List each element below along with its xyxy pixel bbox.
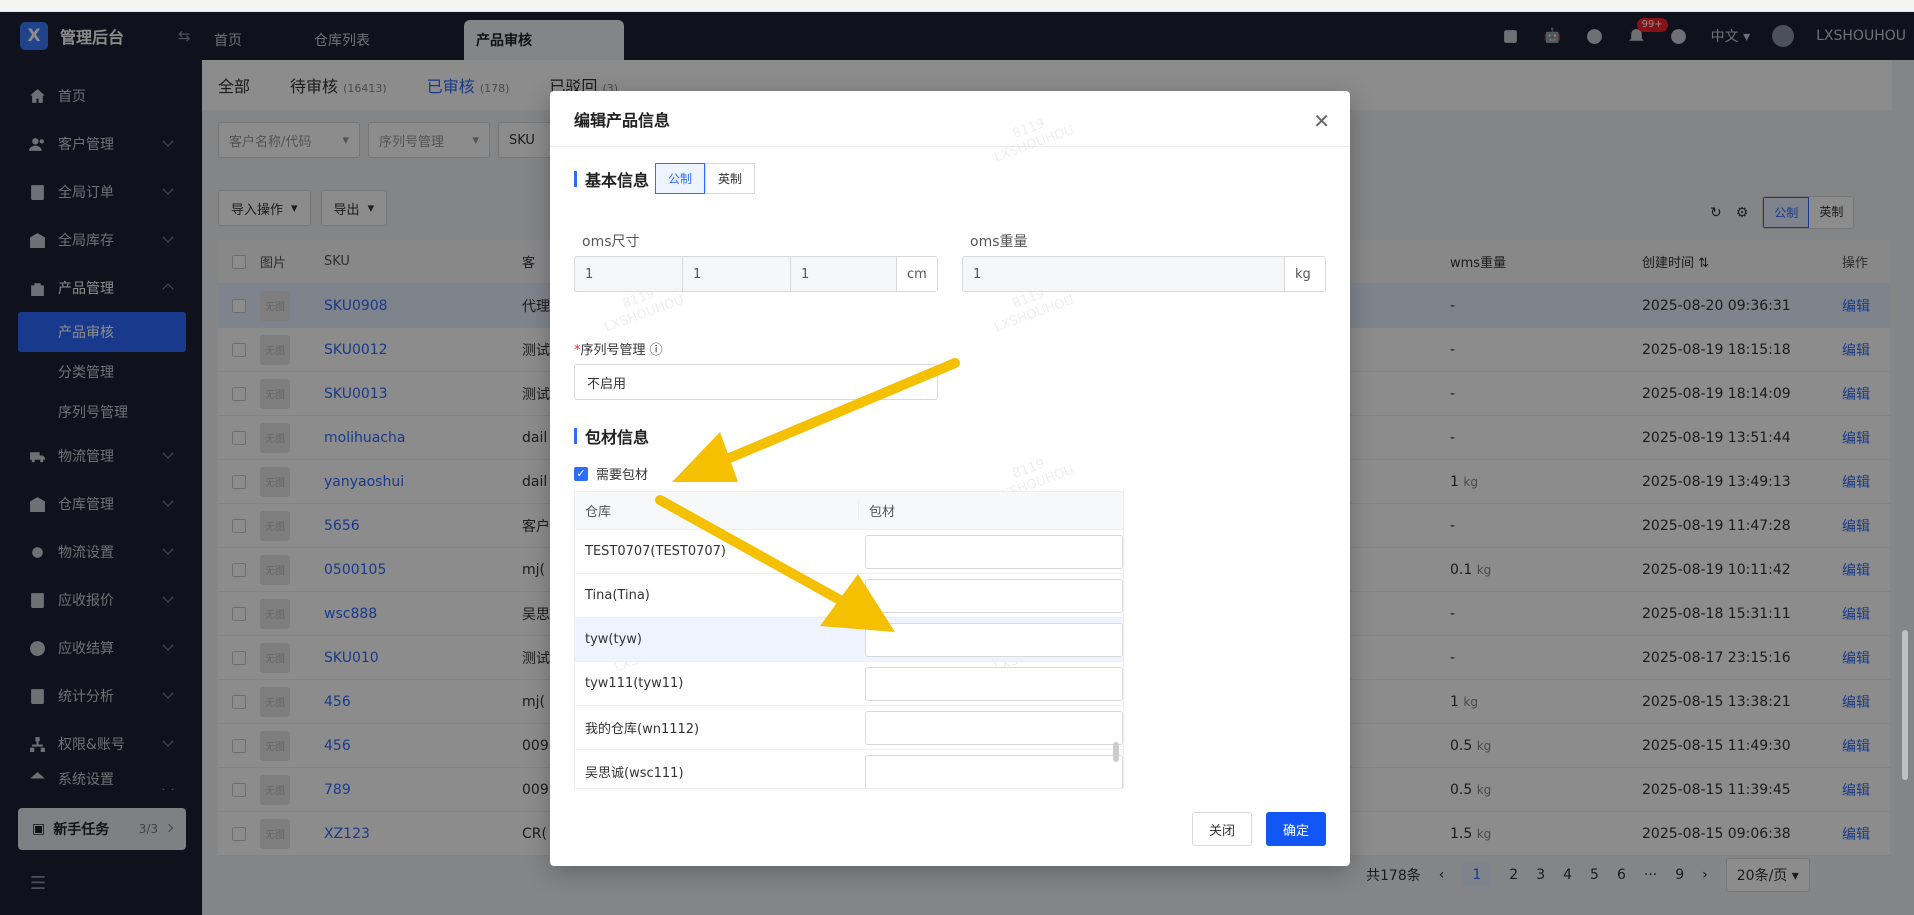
serial-select-value: 不启用 xyxy=(587,376,627,392)
pack-row-material-cell xyxy=(855,534,1123,569)
oms-size-label: oms尺寸 xyxy=(582,234,640,250)
pack-col-material: 包材 xyxy=(869,505,896,520)
pack-table-body: TEST0707(TEST0707) Tina(Tina) tyw(tyw) tyw1… xyxy=(575,530,1123,788)
oms-weight-field: 1 kg xyxy=(962,256,1326,292)
pack-table-header: 仓库 包材 xyxy=(575,492,1123,530)
pack-row-warehouse: tyw(tyw) xyxy=(585,632,642,647)
size-unit: cm xyxy=(897,257,937,291)
modal-footer: 关闭 确定 xyxy=(1191,812,1326,846)
pack-row: tyw111(tyw11) xyxy=(575,662,1123,706)
pack-row: Tina(Tina) xyxy=(575,574,1123,618)
serial-label-text: 序列号管理 xyxy=(580,343,646,358)
pack-material-input[interactable] xyxy=(865,578,1123,613)
pack-row-material-cell xyxy=(855,578,1123,613)
modal-unit-imperial[interactable]: 英制 xyxy=(705,163,756,194)
weight-input[interactable]: 1 xyxy=(963,257,1285,291)
close-button[interactable]: 关闭 xyxy=(1191,812,1252,846)
browser-strip xyxy=(0,0,1914,12)
pack-row-material-cell xyxy=(855,666,1123,701)
confirm-button[interactable]: 确定 xyxy=(1265,812,1326,846)
pack-row-warehouse: Tina(Tina) xyxy=(585,588,650,603)
modal-unit-metric[interactable]: 公制 xyxy=(655,163,706,194)
pack-row-warehouse: tyw111(tyw11) xyxy=(585,676,684,691)
pack-row-warehouse: 我的仓库(wn1112) xyxy=(585,722,700,737)
oms-weight-label: oms重量 xyxy=(970,234,1028,250)
modal-unit-toggle: 公制 英制 xyxy=(655,163,756,194)
pack-row: tyw(tyw) xyxy=(575,618,1123,662)
page-scrollbar[interactable] xyxy=(1900,60,1910,910)
pack-row: 吴思诚(wsc111) xyxy=(575,750,1123,788)
close-icon[interactable]: ✕ xyxy=(1313,109,1330,133)
serial-label: *序列号管理 ⓘ xyxy=(574,339,663,358)
pack-row-material-cell xyxy=(855,710,1123,745)
help-icon[interactable]: ⓘ xyxy=(650,343,663,358)
modal-title: 编辑产品信息 xyxy=(550,91,1350,147)
pack-material-input[interactable] xyxy=(865,622,1123,657)
pack-row: 我的仓库(wn1112) xyxy=(575,706,1123,750)
pack-row: TEST0707(TEST0707) xyxy=(575,530,1123,574)
pack-row-warehouse: 吴思诚(wsc111) xyxy=(585,766,684,781)
pack-row-material-cell xyxy=(855,622,1123,657)
need-pack-checkbox[interactable]: ✓ 需要包材 xyxy=(574,464,648,483)
section-pack: 包材信息 xyxy=(574,424,649,448)
pack-material-input[interactable] xyxy=(865,710,1123,745)
pack-table-scrollbar[interactable] xyxy=(1113,742,1119,762)
pack-table: 仓库 包材 TEST0707(TEST0707) Tina(Tina) tyw(ty… xyxy=(574,491,1124,789)
pack-col-warehouse: 仓库 xyxy=(575,501,859,520)
length-input[interactable]: 1 xyxy=(575,257,683,291)
section-basic: 基本信息 公制 英制 xyxy=(574,163,756,194)
height-input[interactable]: 1 xyxy=(791,257,897,291)
section-pack-title: 包材信息 xyxy=(585,428,650,447)
pack-material-input[interactable] xyxy=(865,666,1123,701)
oms-size-field: 1 1 1 cm xyxy=(574,256,938,292)
scrollbar-thumb[interactable] xyxy=(1902,630,1908,780)
width-input[interactable]: 1 xyxy=(683,257,791,291)
section-basic-title: 基本信息 xyxy=(585,170,650,190)
pack-row-material-cell xyxy=(855,754,1123,788)
check-icon: ✓ xyxy=(574,466,588,481)
weight-unit: kg xyxy=(1285,257,1325,291)
pack-material-input[interactable] xyxy=(865,754,1123,788)
need-pack-label: 需要包材 xyxy=(596,468,649,483)
edit-product-modal: 编辑产品信息 ✕ 8119 LXSHOUHOU 8119 LXSHOUHOU 811… xyxy=(550,91,1350,866)
pack-row-warehouse: TEST0707(TEST0707) xyxy=(585,544,727,559)
serial-select[interactable]: 不启用 xyxy=(574,364,938,400)
pack-material-input[interactable] xyxy=(865,534,1123,569)
